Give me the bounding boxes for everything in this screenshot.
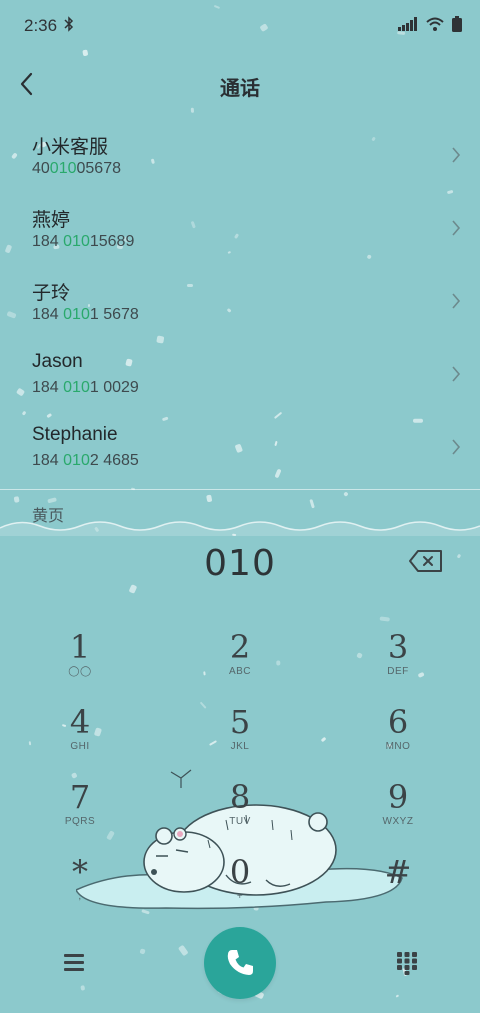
key-letters: PQRS [64,816,96,827]
backspace-icon [409,550,442,572]
key-letters: DEF [387,666,409,677]
match-highlight: 010 [63,452,90,469]
key-digit: 6 [387,703,409,741]
key-letters: , [78,891,82,902]
key-star[interactable]: *, [20,855,140,925]
call-button[interactable] [204,927,276,999]
menu-button[interactable] [62,952,86,972]
key-digit: 1 [69,628,91,666]
key-2[interactable]: 2 ABC [180,630,300,700]
contact-row[interactable]: Jason 184 0101 0029 [0,339,480,412]
key-letters: GHI [70,741,90,752]
key-8[interactable]: 8 TUV [180,780,300,850]
bluetooth-icon [64,16,74,37]
key-0[interactable]: 0 + [180,855,300,925]
dialpad-toggle-button[interactable] [396,951,418,975]
wave-decoration [0,521,480,536]
key-9[interactable]: 9 WXYZ [338,780,458,850]
contact-row[interactable]: Stephanie 184 0102 4685 [0,412,480,485]
key-digit: # [384,853,412,891]
chevron-right-icon [452,147,461,163]
contact-row[interactable]: 子玲 184 0101 5678 [0,266,480,339]
contact-list: 小米客服 4001005678 燕婷 184 01015689 子玲 184 0… [0,120,480,485]
menu-icon [64,954,84,971]
contact-number: 184 01015689 [32,233,135,250]
key-letters: ABC [228,666,252,677]
match-highlight: 010 [63,233,90,250]
key-digit: 8 [229,778,251,816]
match-highlight: 010 [63,379,90,396]
key-letters: TUV [229,816,251,827]
status-bar: 2:36 [0,0,480,52]
speck [206,494,213,502]
key-digit: 2 [229,628,251,666]
contact-row[interactable]: 燕婷 184 01015689 [0,193,480,266]
speck [395,994,399,998]
speck [13,496,20,503]
chevron-right-icon [452,439,461,455]
key-4[interactable]: 4 GHI [20,705,140,775]
status-time: 2:36 [24,16,58,35]
key-7[interactable]: 7 PQRS [20,780,140,850]
wifi-icon [426,17,444,36]
header: 通话 [0,60,480,110]
page-title: 通话 [220,78,260,100]
key-digit: 3 [387,628,409,666]
key-letters: + [236,891,244,902]
key-1[interactable]: 1 ◯◯ [20,630,140,700]
battery-icon [452,16,462,37]
key-letters: WXYZ [382,816,414,827]
speck [320,736,327,743]
match-highlight: 010 [49,160,77,177]
contact-name: 小米客服 [32,137,109,158]
key-digit: 7 [69,778,91,816]
key-digit: 9 [387,778,409,816]
signal-icon [398,17,418,36]
phone-icon [227,950,253,975]
match-highlight: 010 [63,306,90,323]
key-letters: ◯◯ [68,666,92,677]
backspace-button[interactable] [408,548,444,574]
contact-name: Jason [32,351,83,372]
key-letters: MNO [385,741,411,752]
contact-name: 燕婷 [32,210,71,231]
contact-number: 184 0101 0029 [32,379,139,396]
speck [177,944,189,957]
speck [343,491,349,497]
key-letters: JKL [230,741,250,752]
contact-number: 4001005678 [32,160,121,177]
speck [139,948,147,955]
chevron-right-icon [452,366,461,382]
key-hash[interactable]: # [338,855,458,925]
key-5[interactable]: 5 JKL [180,705,300,775]
divider [0,489,480,490]
key-digit: * [72,853,88,891]
speck [128,584,138,594]
contact-name: 子玲 [32,283,71,304]
speck [309,498,316,509]
contact-row[interactable]: 小米客服 4001005678 [0,120,480,193]
key-digit: 4 [69,703,91,741]
chevron-right-icon [452,220,461,236]
speck [379,616,390,622]
contact-number: 184 0102 4685 [32,452,139,469]
chevron-right-icon [452,293,461,309]
contact-name: Stephanie [32,424,118,445]
key-6[interactable]: 6 MNO [338,705,458,775]
key-3[interactable]: 3 DEF [338,630,458,700]
key-digit: 5 [229,703,251,741]
dialpad-icon [397,952,417,975]
key-digit: 0 [229,853,251,891]
speck [80,984,86,991]
contact-number: 184 0101 5678 [32,306,139,323]
